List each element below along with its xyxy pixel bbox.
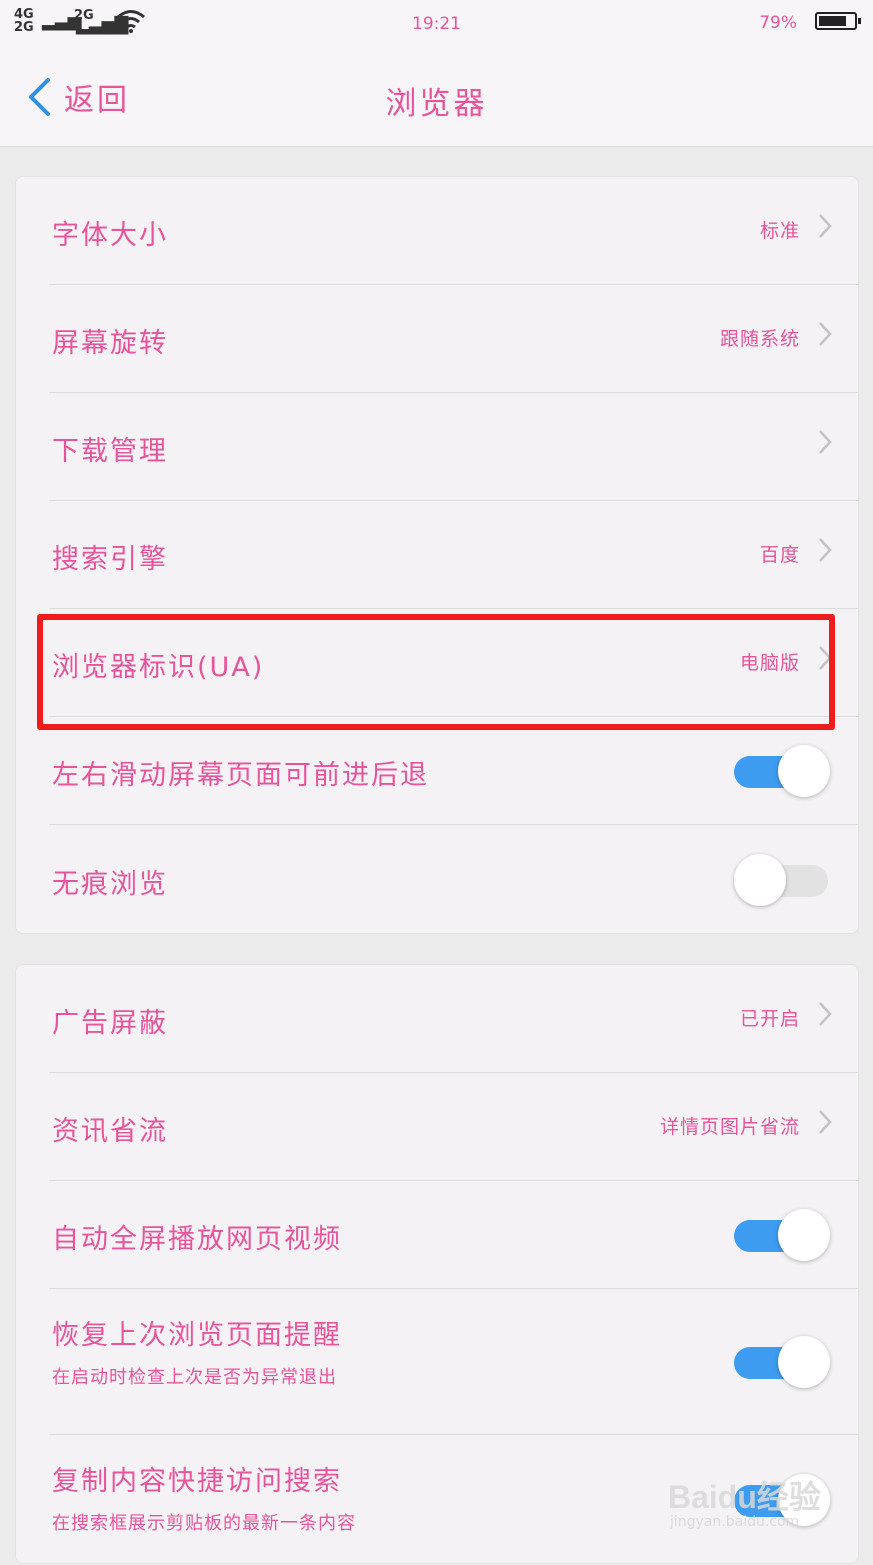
settings-row-sublabel: 在启动时检查上次是否为异常退出 [52, 1367, 337, 1388]
chevron-right-icon [819, 430, 832, 454]
battery-level [819, 16, 846, 26]
settings-row-label: 字体大小 [52, 220, 168, 251]
chevron-right-icon [819, 646, 832, 670]
chevron-right-icon [819, 214, 832, 238]
settings-row-sublabel: 在搜索框展示剪贴板的最新一条内容 [52, 1513, 356, 1534]
settings-row-value: 跟随系统 [719, 328, 800, 350]
settings-row-value: 百度 [759, 544, 800, 566]
page-title: 浏览器 [385, 86, 488, 122]
toggle-knob [778, 1209, 830, 1261]
toggle-switch[interactable] [734, 854, 830, 906]
settings-row-label: 资讯省流 [52, 1116, 168, 1147]
chevron-right-icon [819, 322, 832, 346]
settings-row-label: 搜索引擎 [52, 544, 168, 575]
settings-row-label: 左右滑动屏幕页面可前进后退 [52, 760, 429, 791]
battery-icon [815, 12, 861, 30]
chevron-right-icon [819, 1110, 832, 1134]
settings-row-value: 已开启 [739, 1008, 800, 1030]
settings-row-label: 无痕浏览 [52, 869, 168, 900]
settings-row-value: 电脑版 [739, 652, 800, 674]
settings-row-settings_group_2-1[interactable]: 资讯省流 详情页图片省流 [16, 1073, 858, 1181]
settings-row-value: 标准 [759, 220, 800, 242]
settings-row-settings_group_1-6[interactable]: 无痕浏览 [16, 825, 858, 935]
settings-row-settings_group_2-0[interactable]: 广告屏蔽 已开启 [16, 965, 858, 1073]
settings-row-label: 屏幕旋转 [52, 328, 168, 359]
nav-bar: 返回 浏览器 [0, 48, 873, 147]
watermark: Baidu经验 jingyan.baidu.com [668, 1466, 848, 1536]
settings-row-settings_group_2-2[interactable]: 自动全屏播放网页视频 [16, 1181, 858, 1289]
settings-row-label: 自动全屏播放网页视频 [52, 1224, 342, 1255]
settings-row-label: 广告屏蔽 [52, 1008, 168, 1039]
chevron-right-icon [819, 1002, 832, 1026]
toggle-knob [778, 745, 830, 797]
toggle-switch[interactable] [734, 1336, 830, 1388]
status-time: 19:21 [412, 14, 461, 34]
battery-percent: 79% [759, 13, 797, 33]
settings-row-label: 下载管理 [52, 436, 168, 467]
settings-row-settings_group_1-2[interactable]: 下载管理 [16, 393, 858, 501]
settings-row-label: 复制内容快捷访问搜索 [52, 1466, 342, 1497]
toggle-switch[interactable] [734, 1209, 830, 1261]
watermark-brand: Baidu经验 [668, 1479, 821, 1515]
toggle-knob [734, 854, 786, 906]
settings-row-value: 详情页图片省流 [659, 1116, 800, 1138]
settings-row-label: 浏览器标识(UA) [52, 652, 265, 683]
settings-card-general: 字体大小 标准屏幕旋转 跟随系统下载管理搜索引擎 百度浏览器标识(UA) 电脑版左右滑动… [15, 176, 859, 934]
settings-row-settings_group_1-3[interactable]: 搜索引擎 百度 [16, 501, 858, 609]
watermark-url: jingyan.baidu.com [670, 1514, 800, 1530]
settings-row-settings_group_2-3[interactable]: 恢复上次浏览页面提醒在启动时检查上次是否为异常退出 [16, 1289, 858, 1435]
status-bar: 4G 2G ▂▃▅ 2G ▂▃▅▇ 19:21 79% [0, 0, 873, 48]
settings-row-settings_group_1-4[interactable]: 浏览器标识(UA) 电脑版 [16, 609, 858, 717]
settings-row-settings_group_1-1[interactable]: 屏幕旋转 跟随系统 [16, 285, 858, 393]
settings-row-settings_group_1-5[interactable]: 左右滑动屏幕页面可前进后退 [16, 717, 858, 825]
toggle-knob [778, 1336, 830, 1388]
chevron-right-icon [819, 538, 832, 562]
settings-row-settings_group_1-0[interactable]: 字体大小 标准 [16, 177, 858, 285]
settings-row-label: 恢复上次浏览页面提醒 [52, 1320, 342, 1351]
toggle-switch[interactable] [734, 745, 830, 797]
